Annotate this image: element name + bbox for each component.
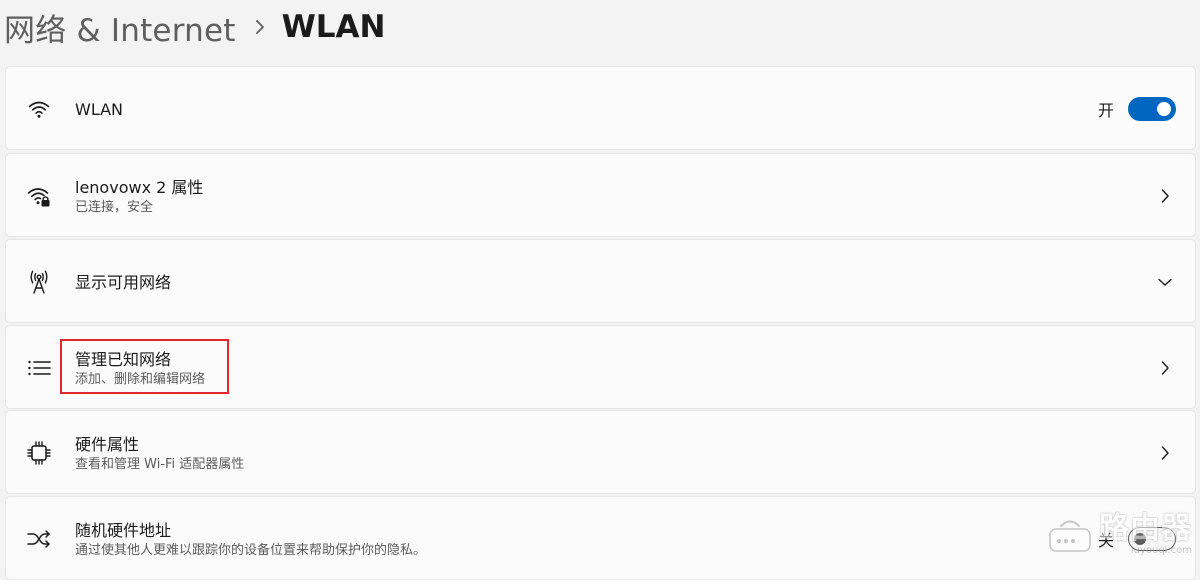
highlight-annotation-box <box>60 339 229 394</box>
chevron-right-icon <box>1155 186 1175 206</box>
chevron-right-icon <box>1155 443 1175 463</box>
watermark-url: luyouqi.com <box>1130 545 1192 556</box>
network-properties-title: lenovowx 2 属性 <box>75 178 204 197</box>
breadcrumb-parent-link[interactable]: 网络 & Internet <box>4 5 236 50</box>
watermark-text: 路由器 <box>1099 511 1192 546</box>
chevron-right-icon <box>1155 358 1175 378</box>
breadcrumb-chevron-icon <box>254 19 266 35</box>
network-status-text: 已连接，安全 <box>75 200 154 215</box>
wlan-toggle-state: 开 <box>1097 101 1114 120</box>
show-available-networks-row[interactable]: 显示可用网络 <box>5 239 1196 323</box>
hardware-properties-row[interactable]: 硬件属性 查看和管理 Wi-Fi 适配器属性 <box>5 410 1196 494</box>
random-hardware-address-title: 随机硬件地址 <box>75 521 172 540</box>
wifi-icon <box>24 94 54 124</box>
wlan-title: WLAN <box>75 100 124 119</box>
antenna-icon <box>24 267 54 297</box>
chevron-down-icon <box>1155 272 1175 292</box>
show-available-networks-title: 显示可用网络 <box>75 273 172 292</box>
breadcrumb: 网络 & Internet WLAN <box>4 0 385 54</box>
page-title: WLAN <box>281 9 386 45</box>
wlan-toggle-row[interactable]: WLAN 开 <box>5 66 1196 150</box>
wlan-toggle-switch[interactable] <box>1128 97 1176 121</box>
chip-icon <box>24 438 54 468</box>
hardware-properties-title: 硬件属性 <box>75 435 140 454</box>
random-hardware-address-desc: 通过使其他人更难以跟踪你的设备位置来帮助保护你的隐私。 <box>75 543 427 558</box>
list-icon <box>24 353 54 383</box>
router-logo-icon <box>1049 520 1091 552</box>
toggle-knob <box>1157 102 1171 116</box>
watermark: 路由器 luyouqi.com <box>1047 514 1192 556</box>
network-properties-row[interactable]: lenovowx 2 属性 已连接，安全 <box>5 153 1196 237</box>
hardware-properties-desc: 查看和管理 Wi-Fi 适配器属性 <box>75 457 245 472</box>
wifi-lock-icon <box>24 181 54 211</box>
random-hardware-address-row[interactable]: 随机硬件地址 通过使其他人更难以跟踪你的设备位置来帮助保护你的隐私。 关 <box>5 496 1196 580</box>
shuffle-icon <box>24 524 54 554</box>
